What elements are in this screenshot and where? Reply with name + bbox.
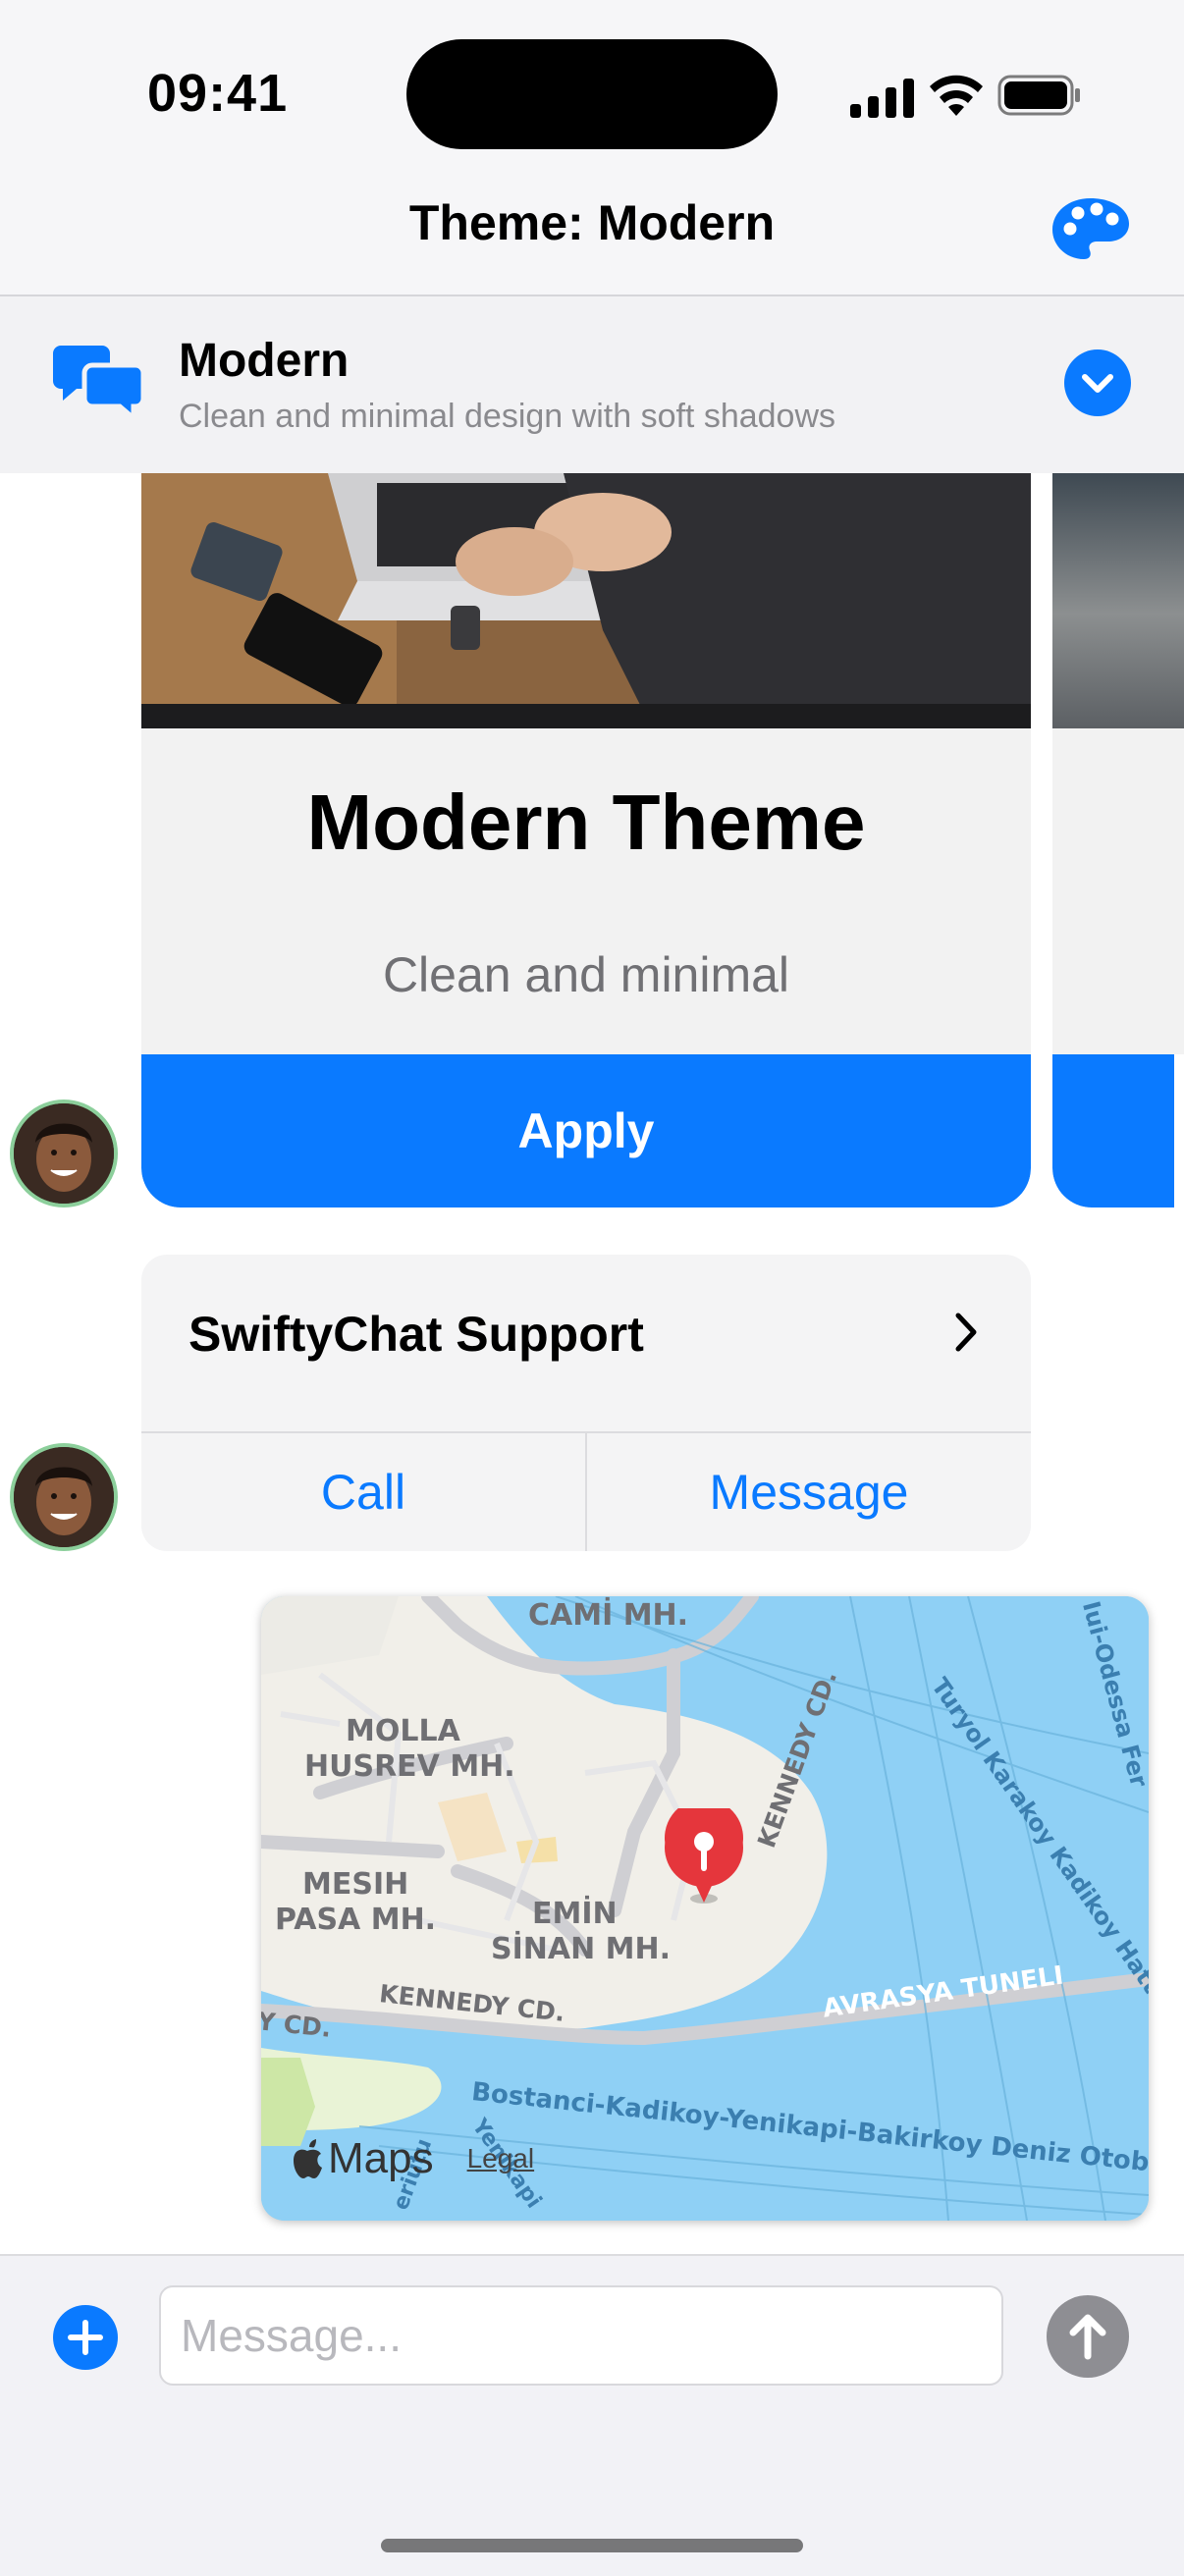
page-title: Theme: Modern	[408, 195, 776, 250]
status-time: 09:41	[147, 64, 289, 123]
apple-logo-icon	[294, 2139, 322, 2178]
selected-theme-name: Modern	[179, 335, 350, 387]
map-label: SİNAN MH.	[491, 1932, 672, 1966]
dynamic-island	[406, 39, 778, 149]
chevron-right-icon[interactable]	[946, 1308, 986, 1357]
map-label: MESIH	[302, 1867, 409, 1902]
map-label: HUSREV MH.	[304, 1749, 515, 1784]
location-map[interactable]: CAMİ MH. MOLLA HUSREV MH. MESIH PASA MH.…	[261, 1596, 1149, 2221]
arrow-up-icon	[1069, 2314, 1106, 2360]
map-label: PASA MH.	[275, 1903, 437, 1937]
map-pin-icon[interactable]	[662, 1808, 746, 1906]
maps-attribution: Maps Legal	[291, 2134, 534, 2183]
theme-selector[interactable]	[0, 296, 1184, 473]
chat-bubbles-icon	[53, 346, 145, 420]
selected-theme-description: Clean and minimal design with soft shado…	[179, 398, 836, 435]
avatar[interactable]	[10, 1443, 118, 1551]
avatar[interactable]	[10, 1100, 118, 1208]
theme-card-subtitle: Clean and minimal	[382, 947, 790, 1002]
home-indicator	[381, 2539, 803, 2552]
map-label: EMİN	[532, 1897, 618, 1931]
map-label: KENNEDY CD.	[378, 1979, 566, 2027]
add-attachment-button[interactable]	[53, 2305, 118, 2370]
chevron-down-icon[interactable]	[1064, 349, 1131, 416]
map-label: KENNEDY CD.	[752, 1666, 843, 1852]
apply-button[interactable]: Apply	[141, 1054, 1031, 1208]
theme-card-title: Modern Theme	[306, 778, 866, 866]
map-label: Y CD.	[261, 2007, 333, 2043]
maps-brand: Maps	[328, 2134, 434, 2182]
map-label: MOLLA	[346, 1714, 460, 1748]
call-button[interactable]: Call	[141, 1433, 585, 1551]
palette-icon[interactable]	[1050, 196, 1131, 261]
theme-preview-image	[141, 473, 1031, 728]
battery-icon	[997, 75, 1080, 116]
message-input[interactable]	[159, 2285, 1003, 2386]
legal-link[interactable]: Legal	[467, 2143, 535, 2174]
map-label: Bostanci-Kadikoy-Yenikapi-Bakirkoy Deniz…	[469, 2077, 1149, 2181]
message-button[interactable]: Message	[587, 1433, 1031, 1551]
next-theme-card[interactable]	[1052, 473, 1184, 1208]
send-button[interactable]	[1047, 2295, 1129, 2378]
map-label: Iui-Odessa Fer	[1076, 1598, 1149, 1791]
cellular-signal-icon	[850, 79, 914, 118]
contact-card: SwiftyChat Support Call Message	[141, 1255, 1031, 1551]
contact-name[interactable]: SwiftyChat Support	[188, 1306, 644, 1363]
map-label: AVRASYA TUNELI	[821, 1960, 1066, 2024]
map-label: CAMİ MH.	[528, 1598, 689, 1633]
wifi-icon	[930, 75, 983, 116]
plus-icon	[68, 2320, 103, 2355]
